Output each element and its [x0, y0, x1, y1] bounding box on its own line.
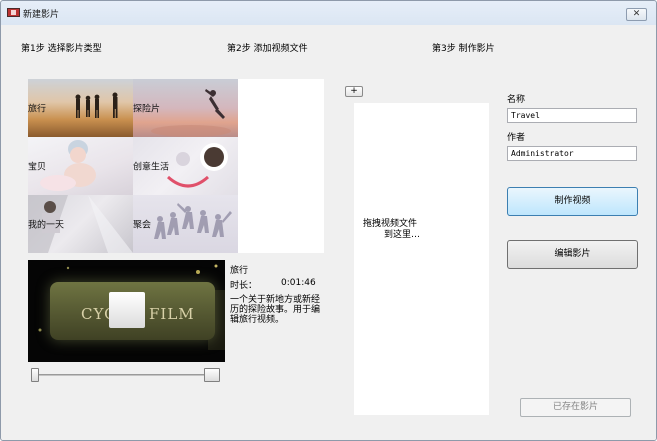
edit-movie-button[interactable]: 编辑影片: [507, 240, 638, 269]
close-button[interactable]: ✕: [626, 8, 647, 21]
play-overlay-button[interactable]: [109, 292, 145, 328]
video-drop-zone[interactable]: 拖拽视频文件 到这里…: [354, 103, 489, 415]
category-label: 宝贝: [28, 162, 47, 173]
category-tile-travel[interactable]: 旅行: [28, 79, 133, 137]
make-video-button[interactable]: 制作视频: [507, 187, 638, 216]
existing-movie-button[interactable]: 已存在影片: [520, 398, 631, 417]
author-label: 作者: [507, 133, 526, 143]
video-preview[interactable]: CYC FILM: [28, 260, 225, 362]
drop-hint-line1: 拖拽视频文件: [363, 219, 418, 229]
category-label: 探险片: [133, 104, 161, 115]
preview-category-name: 旅行: [230, 266, 249, 276]
category-tile-party[interactable]: 聚会: [133, 195, 238, 253]
category-label: 旅行: [28, 104, 47, 115]
duration-label: 时长：: [230, 281, 258, 291]
category-tile-baby[interactable]: 宝贝: [28, 137, 133, 195]
author-field[interactable]: Administrator: [507, 146, 637, 161]
category-label: 创意生活: [133, 162, 170, 173]
name-field[interactable]: Travel: [507, 108, 637, 123]
title-bar[interactable]: 新建影片 ✕: [1, 1, 656, 25]
category-label: 聚会: [133, 220, 152, 231]
drop-hint-line2: 到这里…: [384, 230, 421, 240]
category-tile-creative-life[interactable]: 创意生活: [133, 137, 238, 195]
step3-heading: 第3步 制作影片: [432, 44, 495, 54]
playback-slider-thumb[interactable]: [31, 368, 39, 382]
drop-hint: 拖拽视频文件 到这里…: [363, 219, 483, 241]
step2-heading: 第2步 添加视频文件: [227, 44, 308, 54]
category-grid-empty-area: [238, 79, 324, 253]
window-title: 新建影片: [23, 10, 60, 20]
playback-slider-track[interactable]: [34, 374, 214, 376]
category-grid: 旅行 探险片 宝贝 创意生活 我的一天 聚会: [28, 79, 324, 253]
film-app-icon: [7, 8, 20, 17]
duration-value: 0:01:46: [281, 278, 316, 288]
add-video-button[interactable]: +: [345, 86, 363, 97]
new-movie-window: 新建影片 ✕ 第1步 选择影片类型 第2步 添加视频文件 第3步 制作影片 旅行: [0, 0, 657, 441]
client-area: 第1步 选择影片类型 第2步 添加视频文件 第3步 制作影片 旅行 探险片 宝贝…: [2, 25, 656, 440]
category-description: 一个关于新地方或新经历的探险故事。用于编辑旅行视频。: [230, 295, 321, 325]
name-label: 名称: [507, 95, 526, 105]
playback-slider-end-button[interactable]: [204, 368, 220, 382]
step1-heading: 第1步 选择影片类型: [21, 44, 102, 54]
sign-text-right: FILM: [149, 305, 195, 323]
category-tile-my-day[interactable]: 我的一天: [28, 195, 133, 253]
category-label: 我的一天: [28, 220, 65, 231]
category-tile-adventure[interactable]: 探险片: [133, 79, 238, 137]
